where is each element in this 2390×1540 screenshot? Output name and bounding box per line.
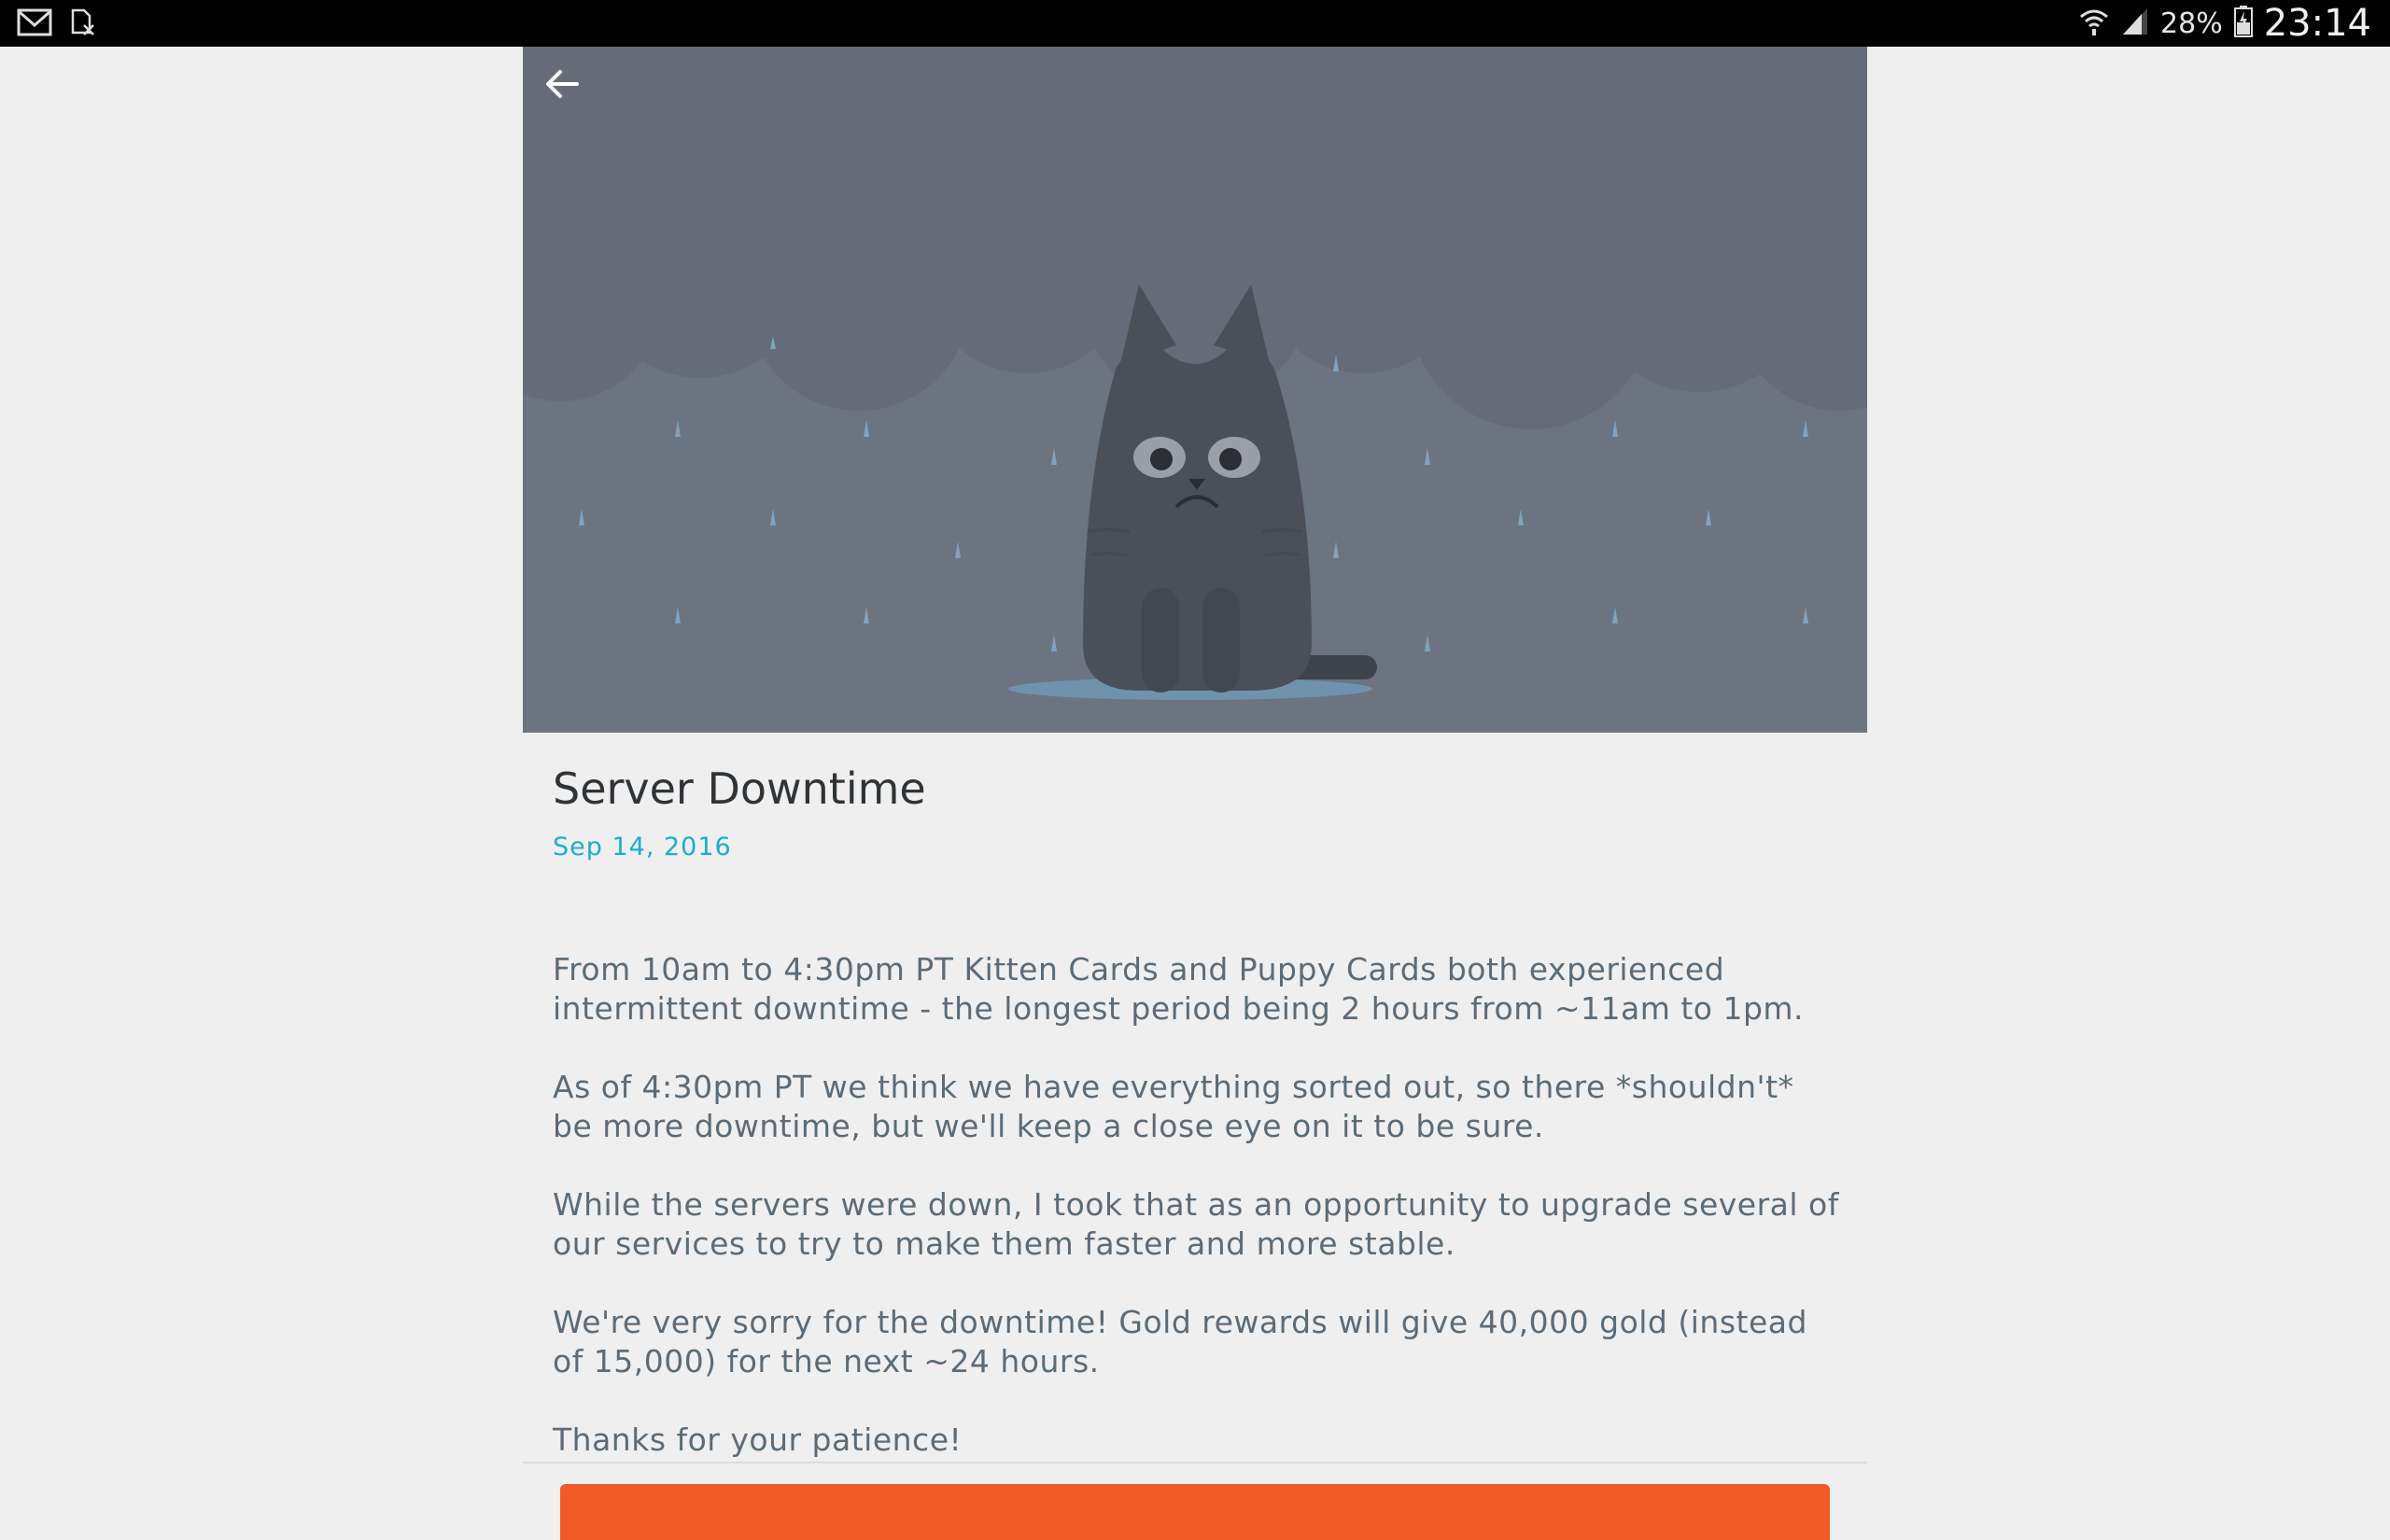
hero-illustration [523, 47, 1867, 733]
post-card: Server Downtime Sep 14, 2016 From 10am t… [523, 47, 1867, 1540]
post-body: From 10am to 4:30pm PT Kitten Cards and … [553, 950, 1841, 1499]
post-paragraph: From 10am to 4:30pm PT Kitten Cards and … [553, 951, 1805, 1027]
wifi-icon [2078, 6, 2110, 41]
clock: 23:14 [2263, 2, 2371, 45]
sim-error-icon [69, 8, 97, 40]
post-date: Sep 14, 2016 [553, 833, 732, 861]
post-title: Server Downtime [553, 763, 926, 814]
divider [523, 1462, 1867, 1463]
battery-icon [2233, 6, 2253, 41]
post-paragraph: As of 4:30pm PT we think we have everyth… [553, 1069, 1794, 1144]
post-paragraph: While the servers were down, I took that… [553, 1186, 1839, 1262]
gmail-icon [17, 7, 52, 41]
back-button[interactable] [543, 67, 605, 129]
post-paragraph: Thanks for your patience! [553, 1421, 963, 1458]
post-paragraph: We're very sorry for the downtime! Gold … [553, 1304, 1807, 1379]
action-button[interactable] [560, 1484, 1830, 1540]
battery-percent: 28% [2160, 7, 2223, 40]
sad-cat-rain-illustration [523, 47, 1867, 700]
signal-icon [2121, 7, 2149, 40]
status-bar: 28% 23:14 [0, 0, 2390, 47]
